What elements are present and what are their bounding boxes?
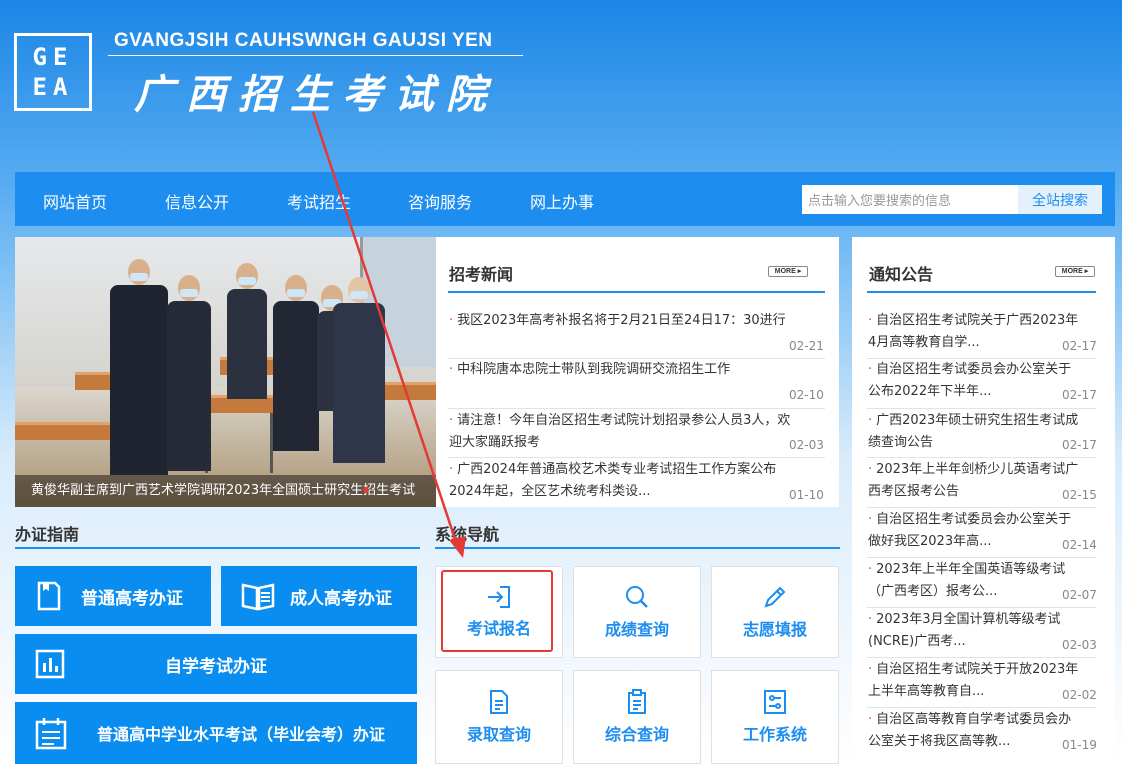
divider bbox=[867, 707, 1096, 708]
general-query-button[interactable]: 综合查询 bbox=[573, 670, 701, 764]
score-query-button[interactable]: 成绩查询 bbox=[573, 566, 701, 658]
notice-date: 02-15 bbox=[1062, 488, 1097, 502]
divider bbox=[448, 457, 825, 458]
site-header: GEEA GVANGJSIH CAUHSWNGH GAUJSI YEN 广西招生… bbox=[0, 0, 1122, 170]
notice-date: 02-02 bbox=[1062, 688, 1097, 702]
photo-person bbox=[273, 275, 319, 451]
photo-person bbox=[333, 277, 385, 463]
photo-person bbox=[167, 275, 211, 471]
pencil-icon bbox=[764, 586, 786, 608]
divider bbox=[867, 408, 1096, 409]
notice-date: 01-19 bbox=[1062, 738, 1097, 752]
divider bbox=[867, 457, 1096, 458]
news-date: 02-10 bbox=[789, 388, 824, 402]
highlight-annotation bbox=[441, 570, 553, 652]
system-nav-rule bbox=[435, 547, 840, 549]
nav-item-online[interactable]: 网上办事 bbox=[530, 189, 594, 213]
nav-item-consult[interactable]: 咨询服务 bbox=[408, 189, 472, 213]
notice-date: 02-17 bbox=[1062, 339, 1097, 353]
header-divider bbox=[108, 55, 523, 56]
notice-date: 02-14 bbox=[1062, 538, 1097, 552]
nav-item-exam[interactable]: 考试招生 bbox=[287, 189, 351, 213]
nav-item-info[interactable]: 信息公开 bbox=[165, 189, 229, 213]
bar-chart-icon bbox=[35, 649, 65, 679]
news-date: 02-03 bbox=[789, 438, 824, 452]
site-name-cn: 广西招生考试院 bbox=[134, 71, 498, 118]
news-date: 02-21 bbox=[789, 339, 824, 353]
clipboard-icon bbox=[628, 689, 646, 714]
list-item[interactable]: · 中科院唐本忠院士带队到我院调研交流招生工作 bbox=[449, 359, 730, 381]
site-name-en: GVANGJSIH CAUHSWNGH GAUJSI YEN bbox=[114, 30, 493, 51]
open-book-icon bbox=[241, 580, 275, 612]
huikao-certificate-button[interactable]: 普通高中学业水平考试（毕业会考）办证 bbox=[15, 702, 417, 764]
slider-indicator[interactable] bbox=[363, 487, 369, 493]
settings-sliders-icon bbox=[764, 690, 786, 714]
news-panel: 招考新闻 MORE ▸ · 我区2023年高考补报名将于2月21日至24日17：3… bbox=[436, 237, 839, 507]
gaokao-certificate-button[interactable]: 普通高考办证 bbox=[15, 566, 211, 626]
general-query-label: 综合查询 bbox=[604, 725, 669, 744]
score-query-label: 成绩查询 bbox=[604, 620, 669, 639]
huikao-certificate-label: 普通高中学业水平考试（毕业会考）办证 bbox=[96, 725, 385, 744]
news-more-button[interactable]: MORE ▸ bbox=[768, 266, 808, 277]
slider-caption[interactable]: 黄俊华副主席到广西艺术学院调研2023年全国硕士研究生招生考试 bbox=[15, 475, 436, 507]
notice-panel: 通知公告 MORE ▸ · 自治区招生考试院关于广西2023年 4月高等教育自学..… bbox=[852, 237, 1115, 766]
calendar-icon bbox=[35, 716, 67, 750]
work-system-label: 工作系统 bbox=[742, 725, 807, 744]
search-placeholder: 点击输入您要搜索的信息 bbox=[808, 194, 952, 209]
notice-date: 02-17 bbox=[1062, 438, 1097, 452]
admission-query-button[interactable]: 录取查询 bbox=[435, 670, 563, 764]
photo-person bbox=[110, 259, 168, 475]
divider bbox=[448, 408, 825, 409]
search-icon bbox=[626, 586, 648, 608]
guide-title: 办证指南 bbox=[15, 525, 80, 544]
volunteer-fill-label: 志愿填报 bbox=[742, 620, 807, 639]
news-slider[interactable]: 黄俊华副主席到广西艺术学院调研2023年全国硕士研究生招生考试 bbox=[15, 237, 436, 507]
self-study-certificate-label: 自学考试办证 bbox=[165, 656, 267, 677]
divider bbox=[867, 657, 1096, 658]
news-date: 01-10 bbox=[789, 488, 824, 502]
logo-text: GEEA bbox=[32, 43, 74, 101]
news-panel-rule bbox=[448, 291, 825, 293]
notice-panel-title: 通知公告 bbox=[869, 265, 934, 284]
notice-more-button[interactable]: MORE ▸ bbox=[1055, 266, 1095, 277]
volunteer-fill-button[interactable]: 志愿填报 bbox=[711, 566, 839, 658]
work-system-button[interactable]: 工作系统 bbox=[711, 670, 839, 764]
photo-desk bbox=[15, 422, 110, 440]
system-nav-title: 系统导航 bbox=[435, 525, 500, 544]
notice-date: 02-03 bbox=[1062, 638, 1097, 652]
gaokao-certificate-label: 普通高考办证 bbox=[81, 588, 183, 609]
divider bbox=[867, 607, 1096, 608]
site-logo[interactable]: GEEA bbox=[14, 33, 92, 111]
divider bbox=[867, 507, 1096, 508]
book-icon bbox=[35, 580, 63, 612]
news-panel-title: 招考新闻 bbox=[449, 265, 514, 284]
admission-query-label: 录取查询 bbox=[466, 725, 531, 744]
notice-date: 02-17 bbox=[1062, 388, 1097, 402]
guide-rule bbox=[15, 547, 420, 549]
list-item[interactable]: · 我区2023年高考补报名将于2月21日至24日17：30进行 bbox=[449, 310, 786, 332]
self-study-certificate-button[interactable]: 自学考试办证 bbox=[15, 634, 417, 694]
document-icon bbox=[490, 690, 508, 714]
photo-person bbox=[227, 263, 267, 399]
notice-date: 02-07 bbox=[1062, 588, 1097, 602]
main-nav: 网站首页 信息公开 考试招生 咨询服务 网上办事 点击输入您要搜索的信息 全站搜… bbox=[15, 172, 1115, 226]
adult-certificate-label: 成人高考办证 bbox=[290, 588, 392, 609]
search-input[interactable]: 点击输入您要搜索的信息 bbox=[802, 185, 1018, 214]
adult-certificate-button[interactable]: 成人高考办证 bbox=[221, 566, 417, 626]
divider bbox=[867, 557, 1096, 558]
notice-panel-rule bbox=[867, 291, 1096, 293]
list-item[interactable]: · 广西2024年普通高校艺术类专业考试招生工作方案公布 2024年起，全区艺术统考… bbox=[449, 459, 819, 503]
search-button[interactable]: 全站搜索 bbox=[1018, 185, 1102, 214]
list-item[interactable]: · 请注意！今年自治区招生考试院计划招录参公人员3人，欢 迎大家踊跃报考 bbox=[449, 410, 819, 454]
nav-item-home[interactable]: 网站首页 bbox=[43, 189, 107, 213]
